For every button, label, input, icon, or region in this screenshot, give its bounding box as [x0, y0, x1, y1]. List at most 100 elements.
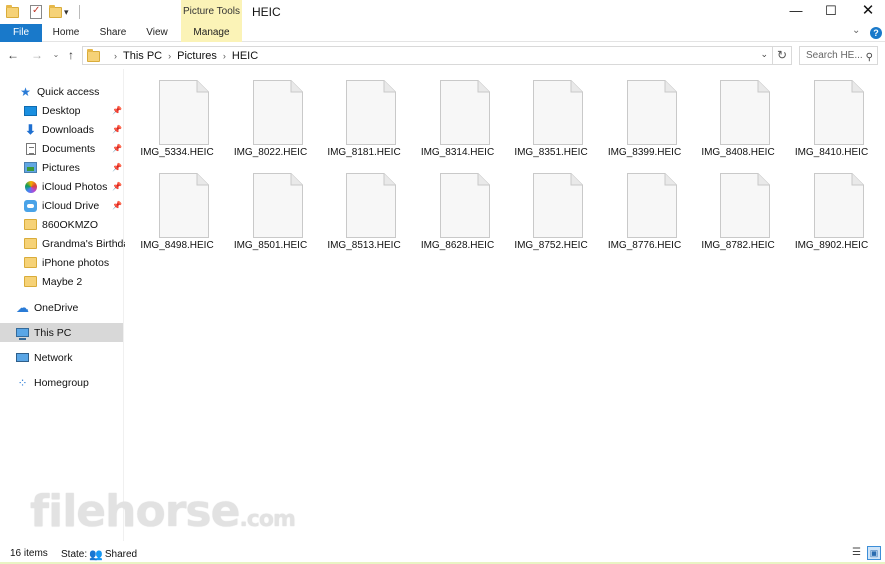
- status-bar: 16 items State: 👥 Shared ☰ ▣: [0, 543, 885, 564]
- sidebar-item-860okmzo[interactable]: 860OKMZO: [24, 215, 98, 234]
- sidebar-item-documents[interactable]: Documents: [24, 139, 95, 158]
- sidebar-item-label: 860OKMZO: [42, 218, 99, 231]
- file-item[interactable]: IMG_8410.HEIC: [788, 69, 876, 158]
- minimize-button[interactable]: —: [778, 0, 814, 22]
- tab-file[interactable]: File: [0, 24, 42, 42]
- expand-ribbon-chevron-icon[interactable]: ⌄: [852, 25, 860, 36]
- sidebar-item-label: Documents: [42, 142, 96, 155]
- folder-icon: [24, 257, 37, 269]
- sidebar-item-this-pc[interactable]: This PC: [0, 323, 123, 342]
- file-item[interactable]: IMG_8513.HEIC: [320, 162, 408, 251]
- sidebar-item-icloud-photos[interactable]: iCloud Photos: [24, 177, 107, 196]
- search-input[interactable]: Search HE... ⚲: [799, 46, 878, 65]
- properties-icon[interactable]: [30, 3, 42, 21]
- state-label: State:: [61, 549, 88, 560]
- file-item[interactable]: IMG_8776.HEIC: [601, 162, 689, 251]
- pin-icon[interactable]: 📌: [112, 125, 122, 134]
- breadcrumb-pictures[interactable]: Pictures: [177, 50, 217, 62]
- blank-file-icon: [159, 173, 209, 238]
- sidebar-item-desktop[interactable]: Desktop: [24, 101, 124, 120]
- desktop-icon: [24, 105, 37, 117]
- file-item[interactable]: IMG_8752.HEIC: [507, 162, 595, 251]
- file-name: IMG_8022.HEIC: [233, 147, 308, 158]
- homegroup-icon: ⁘: [17, 375, 28, 390]
- blank-file-icon: [252, 173, 303, 238]
- up-arrow-icon[interactable]: ↑: [63, 47, 79, 63]
- file-item[interactable]: IMG_8351.HEIC: [507, 69, 595, 158]
- tab-manage[interactable]: Manage: [181, 24, 242, 42]
- file-item[interactable]: IMG_8782.HEIC: [694, 162, 782, 251]
- sidebar-item-onedrive[interactable]: ☁ OneDrive: [16, 298, 78, 317]
- onedrive-icon: ☁: [16, 299, 29, 315]
- breadcrumb-separator-icon[interactable]: ›: [223, 51, 226, 61]
- file-item[interactable]: IMG_8022.HEIC: [227, 69, 315, 158]
- blank-file-icon: [533, 173, 583, 238]
- file-item[interactable]: IMG_8181.HEIC: [320, 69, 408, 158]
- sidebar-item-downloads[interactable]: ⬇ Downloads: [24, 120, 94, 139]
- blank-file-icon: [346, 80, 396, 145]
- breadcrumb-separator-icon[interactable]: ›: [168, 51, 171, 61]
- recent-locations-chevron-icon[interactable]: ⌄: [48, 47, 64, 63]
- file-item[interactable]: IMG_5334.HEIC: [133, 69, 221, 158]
- sidebar-item-iphone-photos[interactable]: iPhone photos: [24, 253, 109, 272]
- sidebar-item-maybe-2[interactable]: Maybe 2: [24, 272, 82, 291]
- maximize-button[interactable]: ☐: [813, 0, 849, 22]
- pin-icon[interactable]: 📌: [112, 163, 122, 172]
- sidebar-item-grandmas-birthday[interactable]: Grandma's Birthday: [24, 234, 134, 253]
- downloads-icon: ⬇: [25, 121, 36, 137]
- refresh-button[interactable]: ↻: [773, 46, 792, 65]
- breadcrumb-separator-icon[interactable]: ›: [114, 51, 117, 61]
- file-name: IMG_8513.HEIC: [327, 240, 401, 251]
- star-icon: ★: [20, 84, 31, 99]
- tab-view[interactable]: View: [143, 24, 171, 42]
- new-folder-icon[interactable]: [49, 3, 62, 21]
- sidebar-item-network[interactable]: Network: [16, 348, 73, 367]
- title-bar: ▾ Picture Tools HEIC — ☐ ✕: [0, 0, 885, 24]
- tab-home[interactable]: Home: [50, 24, 82, 42]
- sidebar-item-label: OneDrive: [34, 301, 79, 314]
- sidebar-item-icloud-drive[interactable]: iCloud Drive: [24, 196, 99, 215]
- file-item[interactable]: IMG_8408.HEIC: [694, 69, 782, 158]
- file-item[interactable]: IMG_8498.HEIC: [133, 162, 221, 251]
- file-name: IMG_8351.HEIC: [514, 147, 588, 158]
- address-bar[interactable]: › This PC › Pictures › HEIC ⌄: [82, 46, 773, 65]
- icloud-drive-icon: [24, 199, 37, 212]
- folder-icon: [24, 276, 37, 288]
- file-item[interactable]: IMG_8628.HEIC: [414, 162, 502, 251]
- pin-icon[interactable]: 📌: [112, 182, 122, 191]
- quick-access-folder-icon[interactable]: [6, 3, 19, 21]
- breadcrumb-this-pc[interactable]: This PC: [123, 50, 162, 62]
- sidebar-item-label: Maybe 2: [42, 275, 83, 288]
- blank-file-icon: [439, 173, 490, 238]
- sidebar-item-quick-access[interactable]: ★ Quick access: [19, 82, 99, 101]
- customize-toolbar-dropdown-icon[interactable]: ▾: [64, 3, 69, 21]
- blank-file-icon: [720, 173, 770, 238]
- close-button[interactable]: ✕: [850, 0, 885, 22]
- tab-share[interactable]: Share: [97, 24, 129, 42]
- sidebar-item-pictures[interactable]: Pictures: [24, 158, 80, 177]
- help-icon[interactable]: ?: [870, 27, 882, 39]
- pin-icon[interactable]: 📌: [112, 106, 122, 115]
- file-name: IMG_8399.HEIC: [607, 147, 682, 158]
- sidebar-item-homegroup[interactable]: ⁘ Homegroup: [16, 373, 89, 392]
- pin-icon[interactable]: 📌: [112, 144, 122, 153]
- file-item[interactable]: IMG_8314.HEIC: [414, 69, 502, 158]
- state-value: Shared: [104, 549, 138, 560]
- navigation-bar: ← → ⌄ ↑ › This PC › Pictures › HEIC ⌄ ↻ …: [0, 43, 885, 68]
- sidebar-item-label: iPhone photos: [42, 256, 110, 269]
- navigation-pane: ★ Quick access Desktop 📌 ⬇ Downloads 📌 D…: [0, 69, 134, 541]
- file-item[interactable]: IMG_8902.HEIC: [788, 162, 876, 251]
- sidebar-item-label: Homegroup: [34, 376, 89, 389]
- forward-arrow-icon[interactable]: →: [29, 47, 45, 63]
- details-view-icon[interactable]: ☰: [850, 547, 863, 559]
- file-name: IMG_8501.HEIC: [233, 240, 308, 251]
- back-arrow-icon[interactable]: ←: [5, 47, 21, 63]
- address-history-chevron-icon[interactable]: ⌄: [760, 49, 768, 60]
- large-icons-view-icon[interactable]: ▣: [867, 546, 881, 560]
- file-item[interactable]: IMG_8399.HEIC: [601, 69, 689, 158]
- breadcrumb-heic[interactable]: HEIC: [232, 50, 258, 62]
- sidebar-item-label: This PC: [34, 326, 72, 339]
- item-count: 16 items: [10, 548, 48, 559]
- file-item[interactable]: IMG_8501.HEIC: [227, 162, 315, 251]
- pin-icon[interactable]: 📌: [112, 201, 122, 210]
